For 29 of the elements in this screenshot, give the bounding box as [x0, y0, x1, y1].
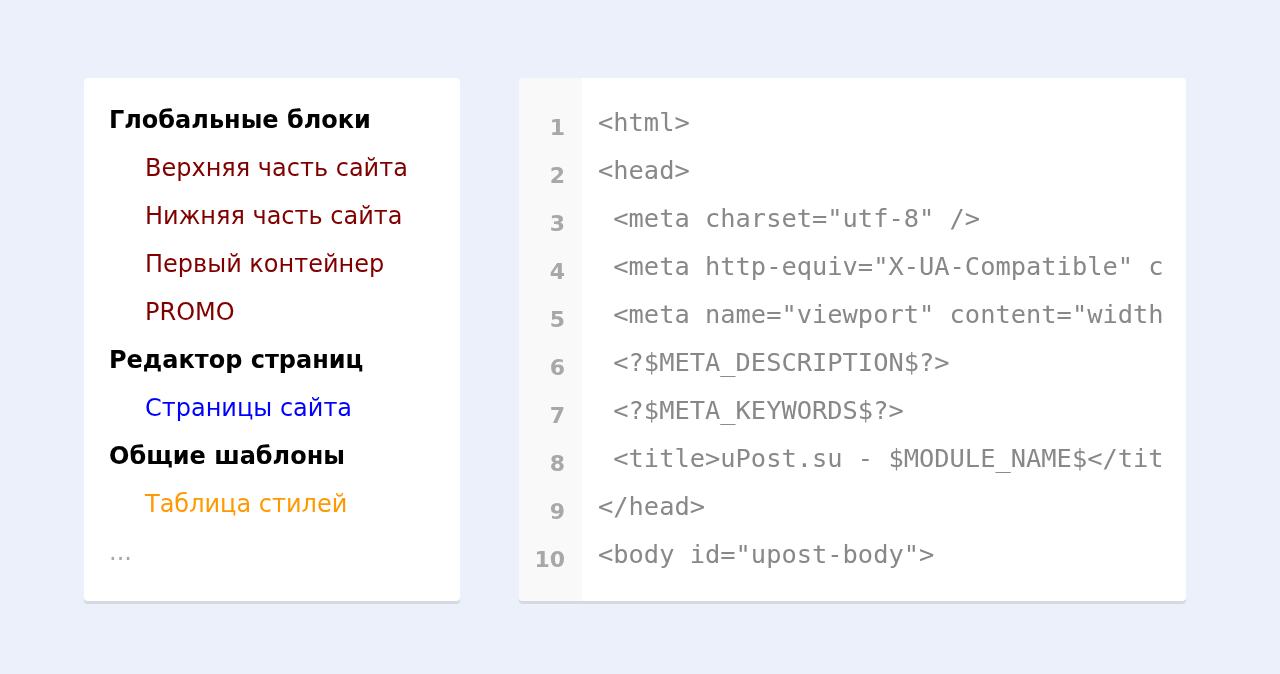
line-number: 4 [549, 257, 565, 286]
code-line: <body id="upost-body"> [598, 537, 935, 571]
menu-section-title: Глобальные блоки [109, 105, 371, 136]
line-number: 3 [549, 209, 565, 238]
code-line: </head> [598, 489, 705, 523]
code-line: <meta http-equiv="X-UA-Compatible" c [612, 249, 1164, 283]
code-line: <?$META_DESCRIPTION$?> [612, 345, 950, 379]
line-number: 9 [549, 497, 565, 526]
menu-link[interactable]: PROMO [145, 294, 235, 330]
code-line: <html> [598, 105, 690, 139]
menu-section-title: Общие шаблоны [109, 441, 345, 472]
menu-section-title: Редактор страниц [109, 345, 364, 376]
menu-link[interactable]: Верхняя часть сайта [145, 150, 408, 186]
line-number: 7 [549, 401, 565, 430]
line-number: 10 [534, 545, 565, 574]
line-number: 6 [549, 353, 565, 382]
ellipsis: ... [109, 537, 132, 568]
code-line: <meta name="viewport" content="width [612, 297, 1164, 331]
code-line: <?$META_KEYWORDS$?> [612, 393, 904, 427]
line-number: 8 [549, 449, 565, 478]
line-number: 5 [549, 305, 565, 334]
menu-link[interactable]: Страницы сайта [145, 390, 353, 426]
line-number: 2 [549, 161, 565, 190]
code-line: <title>uPost.su - $MODULE_NAME$</tit [612, 441, 1164, 475]
code-line: <head> [598, 153, 690, 187]
menu-link[interactable]: Первый контейнер [145, 246, 385, 282]
menu-link[interactable]: Нижняя часть сайта [145, 198, 403, 234]
line-number: 1 [549, 113, 565, 142]
code-line: <meta charset="utf-8" /> [612, 201, 981, 235]
